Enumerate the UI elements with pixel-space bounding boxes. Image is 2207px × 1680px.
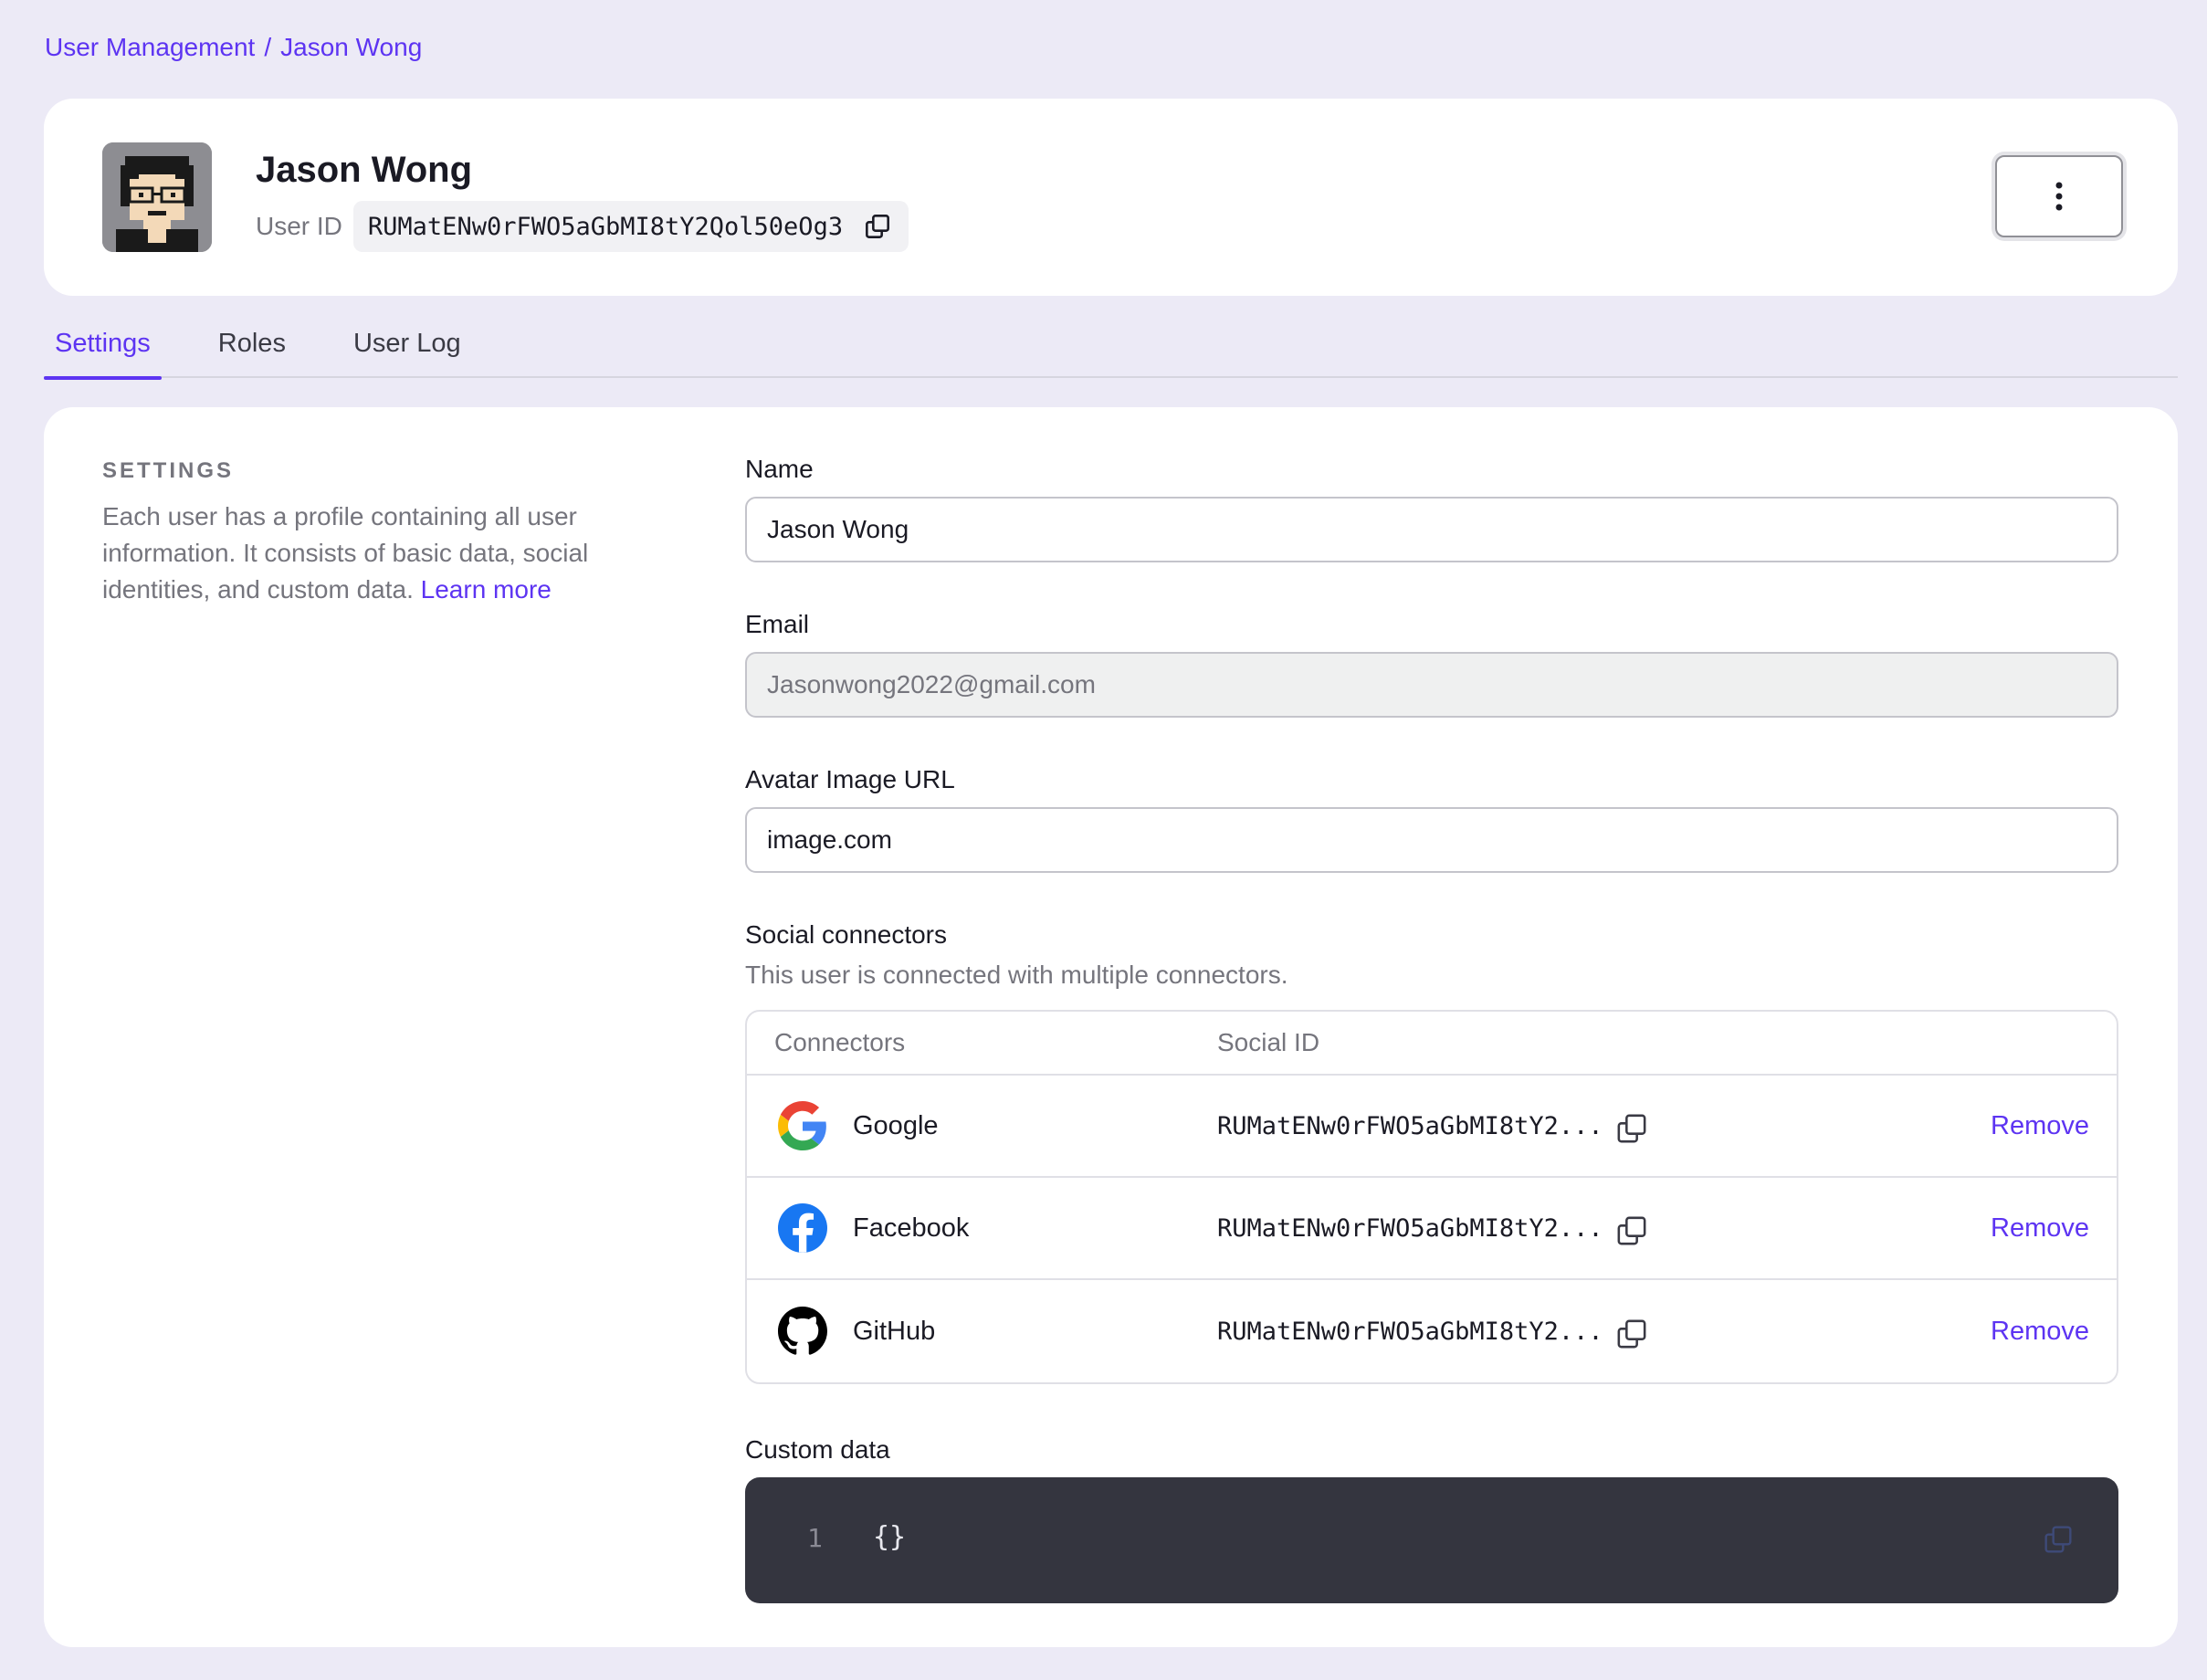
section-title: SETTINGS (102, 458, 235, 483)
copy-icon[interactable] (865, 214, 890, 239)
name-value: Jason Wong (767, 515, 909, 543)
google-icon (778, 1101, 827, 1150)
tab-settings[interactable]: Settings (44, 321, 162, 380)
column-connectors: Connectors (774, 1028, 906, 1056)
connector-row-github: GitHub RUMatENw0rFWO5aGbMI8tY2... Remove (747, 1280, 2117, 1382)
custom-data-code[interactable]: {} (873, 1521, 906, 1553)
connector-name: Facebook (853, 1213, 970, 1243)
custom-data-editor[interactable]: 1 {} (745, 1477, 2118, 1603)
social-id-value: RUMatENw0rFWO5aGbMI8tY2... (1217, 1317, 1603, 1346)
column-social-id: Social ID (1217, 1028, 1320, 1056)
breadcrumb-current[interactable]: Jason Wong (280, 33, 422, 62)
tab-user-log[interactable]: User Log (342, 321, 472, 378)
line-number: 1 (807, 1523, 823, 1553)
settings-form: Name Jason Wong Email Jasonwong2022@gmai… (745, 455, 2118, 1603)
connectors-table-header: Connectors Social ID (747, 1012, 2117, 1076)
section-description: Each user has a profile containing all u… (102, 499, 668, 608)
more-options-button[interactable] (1995, 155, 2123, 237)
connector-row-google: Google RUMatENw0rFWO5aGbMI8tY2... Remove (747, 1076, 2117, 1178)
user-id-label: User ID (256, 212, 342, 240)
connector-name: GitHub (853, 1316, 936, 1346)
email-value: Jasonwong2022@gmail.com (767, 670, 1096, 698)
connector-row-facebook: Facebook RUMatENw0rFWO5aGbMI8tY2... Remo… (747, 1178, 2117, 1280)
name-field[interactable]: Jason Wong (745, 497, 2118, 562)
breadcrumb-separator: / (264, 33, 272, 61)
avatar-url-label: Avatar Image URL (745, 765, 955, 793)
user-id-chip: RUMatENw0rFWO5aGbMI8tY2Qol50eOg3 (352, 201, 909, 252)
user-name: Jason Wong (256, 150, 473, 190)
breadcrumb: User Management / Jason Wong (45, 33, 422, 62)
copy-icon[interactable] (2044, 1525, 2073, 1554)
learn-more-link[interactable]: Learn more (421, 575, 552, 604)
breadcrumb-parent-link[interactable]: User Management (45, 33, 255, 62)
connectors-table: Connectors Social ID Google RUMatENw0rFW… (745, 1010, 2118, 1384)
avatar-url-value: image.com (767, 825, 892, 854)
avatar (102, 142, 212, 252)
copy-icon[interactable] (1616, 1113, 1646, 1143)
remove-github-button[interactable]: Remove (1991, 1317, 2117, 1347)
email-label: Email (745, 610, 810, 638)
settings-card: SETTINGS Each user has a profile contain… (44, 407, 2178, 1647)
tab-roles[interactable]: Roles (207, 321, 297, 378)
user-id-value: RUMatENw0rFWO5aGbMI8tY2Qol50eOg3 (367, 212, 844, 241)
name-label: Name (745, 455, 814, 483)
more-vertical-icon (2055, 182, 2063, 211)
facebook-icon (778, 1203, 827, 1253)
copy-icon[interactable] (1616, 1318, 1646, 1349)
social-id-value: RUMatENw0rFWO5aGbMI8tY2... (1217, 1111, 1603, 1140)
user-id-row: User ID RUMatENw0rFWO5aGbMI8tY2Qol50eOg3 (256, 201, 909, 252)
github-icon (778, 1307, 827, 1356)
avatar-pixel-icon (102, 142, 212, 252)
connector-name: Google (853, 1110, 939, 1140)
tab-bar: Settings Roles User Log (44, 321, 2178, 380)
email-field: Jasonwong2022@gmail.com (745, 652, 2118, 718)
social-connectors-label: Social connectors (745, 920, 948, 949)
remove-facebook-button[interactable]: Remove (1991, 1213, 2117, 1244)
user-header-card: Jason Wong User ID RUMatENw0rFWO5aGbMI8t… (44, 99, 2178, 296)
social-connectors-description: This user is connected with multiple con… (745, 961, 1288, 989)
remove-google-button[interactable]: Remove (1991, 1111, 2117, 1141)
copy-icon[interactable] (1616, 1215, 1646, 1245)
social-id-value: RUMatENw0rFWO5aGbMI8tY2... (1217, 1213, 1603, 1243)
avatar-url-field[interactable]: image.com (745, 807, 2118, 873)
custom-data-label: Custom data (745, 1435, 890, 1464)
